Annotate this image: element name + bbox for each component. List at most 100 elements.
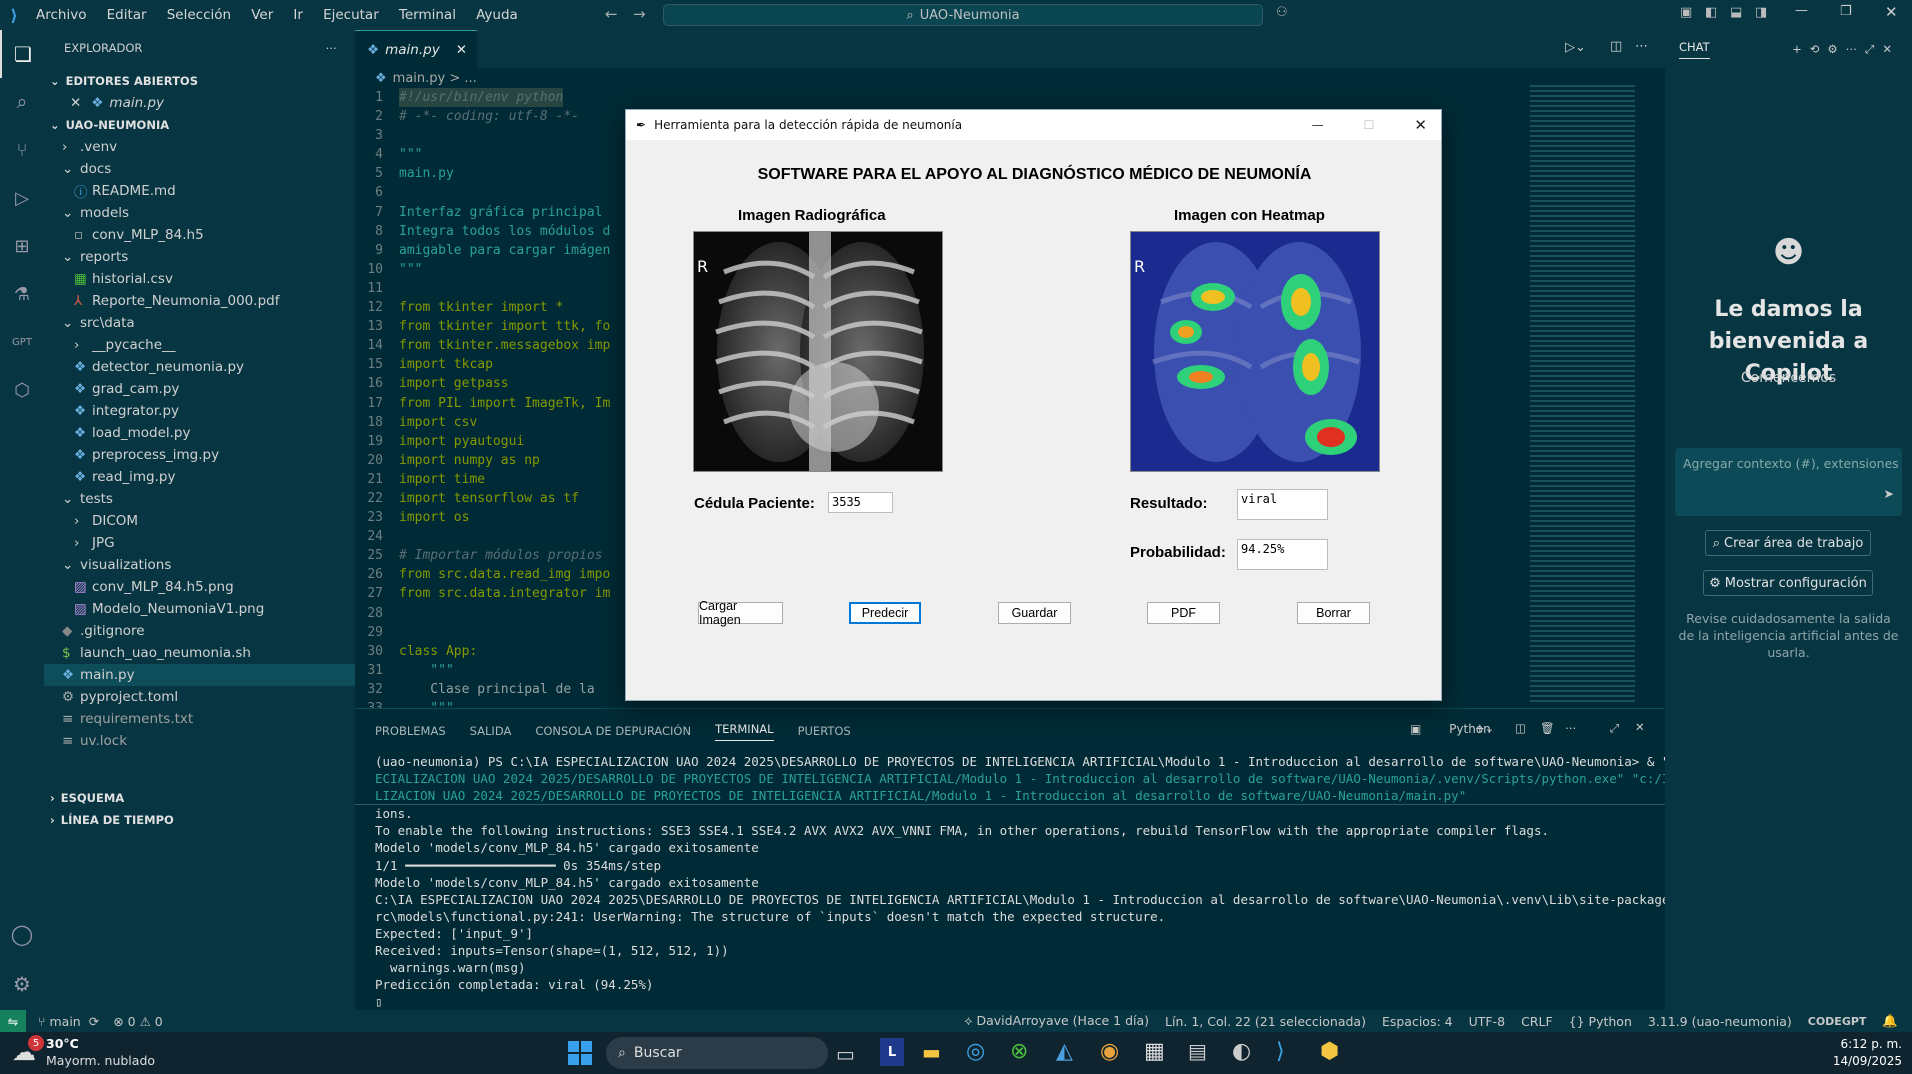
- menu-seleccion[interactable]: Selección: [167, 7, 231, 23]
- code-line[interactable]: 1 #!/usr/bin/env python: [355, 88, 1675, 108]
- more-actions-icon[interactable]: ⋯: [1565, 721, 1577, 735]
- pdf-button[interactable]: PDF: [1147, 602, 1220, 624]
- predecir-button[interactable]: Predecir: [849, 602, 921, 624]
- explorer-item[interactable]: › DICOM: [44, 510, 355, 532]
- explorer-item[interactable]: ❖ integrator.py: [44, 400, 355, 422]
- explorer-item[interactable]: ⌄ models: [44, 202, 355, 224]
- menu-ejecutar[interactable]: Ejecutar: [323, 7, 379, 23]
- explorer-item[interactable]: ⌄ src\data: [44, 312, 355, 334]
- weather-temp[interactable]: 30°C: [46, 1036, 79, 1051]
- tab-terminal[interactable]: TERMINAL: [715, 722, 774, 741]
- clock-time[interactable]: 6:12 p. m.: [1820, 1037, 1902, 1051]
- explorer-item[interactable]: › .venv: [44, 136, 355, 158]
- explorer-item[interactable]: ⅄ Reporte_Neumonia_000.pdf: [44, 290, 355, 312]
- chat-toolbar-icons[interactable]: +⟲⚙⋯⤢✕: [1792, 42, 1900, 57]
- split-terminal-icon[interactable]: ◫: [1515, 721, 1526, 735]
- explorer-item[interactable]: ⚙ pyproject.toml: [44, 686, 355, 708]
- codegpt-brand[interactable]: CODEGPT: [1808, 1015, 1867, 1028]
- extensions-icon[interactable]: ⊞: [0, 222, 44, 270]
- more-actions-icon[interactable]: ⋯: [326, 41, 338, 55]
- minimize-icon[interactable]: —: [1312, 118, 1324, 132]
- more-actions-icon[interactable]: ⋯: [1635, 39, 1648, 54]
- explorer-item[interactable]: ❖ read_img.py: [44, 466, 355, 488]
- menu-ver[interactable]: Ver: [251, 7, 273, 23]
- store-icon[interactable]: ▦: [1144, 1039, 1165, 1064]
- explorer-item[interactable]: ▨ Modelo_NeumoniaV1.png: [44, 598, 355, 620]
- probabilidad-field[interactable]: 94.25%: [1237, 539, 1328, 570]
- explorer-item[interactable]: ▫ conv_MLP_84.h5: [44, 224, 355, 246]
- language-mode[interactable]: {} Python: [1569, 1014, 1632, 1029]
- branch-indicator[interactable]: ⑂ main: [38, 1014, 81, 1029]
- run-debug-icon[interactable]: ▷: [0, 174, 44, 222]
- close-icon[interactable]: ✕: [70, 95, 81, 111]
- explorer-item[interactable]: ≡ requirements.txt: [44, 708, 355, 730]
- github-icon[interactable]: ◐: [1232, 1039, 1251, 1064]
- explorer-item[interactable]: ⌄ visualizations: [44, 554, 355, 576]
- encoding[interactable]: UTF-8: [1469, 1014, 1505, 1029]
- toggle-secondary-icon[interactable]: ◨: [1755, 5, 1767, 20]
- explorer-icon[interactable]: ❏: [0, 30, 44, 78]
- borrar-button[interactable]: Borrar: [1297, 602, 1370, 624]
- breadcrumb[interactable]: ❖ main.py > ...: [355, 68, 1675, 88]
- containers-icon[interactable]: ⬡: [0, 366, 44, 414]
- menu-terminal[interactable]: Terminal: [399, 7, 456, 23]
- project-header[interactable]: ⌄ UAO-NEUMONIA: [44, 114, 355, 136]
- explorer-item[interactable]: ❖ preprocess_img.py: [44, 444, 355, 466]
- chrome-icon[interactable]: ◉: [1100, 1039, 1119, 1064]
- python-interpreter[interactable]: 3.11.9 (uao-neumonia): [1648, 1014, 1792, 1029]
- explorer-item[interactable]: ≡ uv.lock: [44, 730, 355, 752]
- explorer-item[interactable]: ◆ .gitignore: [44, 620, 355, 642]
- run-icon[interactable]: ▷⌄: [1565, 40, 1586, 55]
- explorer-item[interactable]: ⌄ docs: [44, 158, 355, 180]
- minimap[interactable]: [1530, 85, 1635, 705]
- trash-icon[interactable]: 🗑: [1540, 721, 1555, 735]
- terminal-cursor[interactable]: ▯: [355, 993, 1675, 1010]
- layout-icon[interactable]: ▣: [1680, 5, 1692, 20]
- menu-ayuda[interactable]: Ayuda: [476, 7, 518, 23]
- menu-ir[interactable]: Ir: [293, 7, 303, 23]
- resultado-field[interactable]: viral: [1237, 489, 1328, 520]
- restore-icon[interactable]: ❐: [1840, 4, 1852, 19]
- back-arrow-icon[interactable]: ←: [605, 5, 618, 23]
- account-icon[interactable]: ◯: [0, 910, 44, 958]
- sync-icon[interactable]: ⟳: [89, 1014, 99, 1029]
- end-of-line[interactable]: CRLF: [1521, 1014, 1553, 1029]
- python-taskbar-icon[interactable]: ⬢: [1320, 1039, 1339, 1064]
- open-editor-item[interactable]: ✕ ❖ main.py: [44, 92, 355, 114]
- explorer-item[interactable]: ❖ load_model.py: [44, 422, 355, 444]
- close-icon[interactable]: ✕: [1885, 3, 1898, 21]
- clock-date[interactable]: 14/09/2025: [1820, 1054, 1902, 1068]
- git-blame[interactable]: ⟡ DavidArroyave (Hace 1 día): [964, 1013, 1149, 1029]
- windows-start-icon[interactable]: [568, 1041, 592, 1065]
- cargar-imagen-button[interactable]: Cargar Imagen: [698, 599, 783, 627]
- maximize-panel-icon[interactable]: ⤢: [1610, 721, 1619, 736]
- terminal-output[interactable]: (uao-neumonia) PS C:\IA ESPECIALIZACION …: [355, 753, 1737, 1010]
- problems-indicator[interactable]: ⊗ 0 ⚠ 0: [113, 1014, 163, 1029]
- tab-problemas[interactable]: PROBLEMAS: [375, 724, 446, 738]
- xbox-icon[interactable]: ⊗: [1010, 1039, 1028, 1064]
- chat-input[interactable]: Agregar contexto (#), extensiones (@ ➤: [1675, 448, 1902, 516]
- cedula-input[interactable]: 3535: [828, 492, 893, 513]
- menu-editar[interactable]: Editar: [107, 7, 147, 23]
- outline-header[interactable]: › ESQUEMA: [50, 787, 124, 809]
- codegpt-icon[interactable]: GPT: [0, 318, 44, 366]
- menu-archivo[interactable]: Archivo: [36, 7, 86, 23]
- forward-arrow-icon[interactable]: →: [633, 5, 646, 23]
- chat-tab[interactable]: CHAT: [1679, 40, 1710, 59]
- add-terminal-icon[interactable]: +⌄: [1475, 721, 1494, 735]
- send-icon[interactable]: ➤: [1884, 486, 1894, 501]
- weather-desc[interactable]: Mayorm. nublado: [46, 1053, 155, 1068]
- minimize-icon[interactable]: —: [1795, 3, 1808, 18]
- terminal-icon[interactable]: ▤: [1188, 1039, 1207, 1063]
- explorer-item[interactable]: ❖ grad_cam.py: [44, 378, 355, 400]
- explorer-item[interactable]: ⌄ tests: [44, 488, 355, 510]
- guardar-button[interactable]: Guardar: [998, 602, 1071, 624]
- copilot-icon[interactable]: ⚇: [1276, 5, 1288, 20]
- app-l-icon[interactable]: L: [880, 1038, 904, 1066]
- close-icon[interactable]: ✕: [1414, 116, 1427, 134]
- close-icon[interactable]: ✕: [456, 42, 467, 58]
- tab-puertos[interactable]: PUERTOS: [798, 724, 851, 738]
- search-icon[interactable]: ⌕: [0, 78, 44, 126]
- remote-icon[interactable]: ⇋: [0, 1010, 26, 1032]
- explorer-item[interactable]: › JPG: [44, 532, 355, 554]
